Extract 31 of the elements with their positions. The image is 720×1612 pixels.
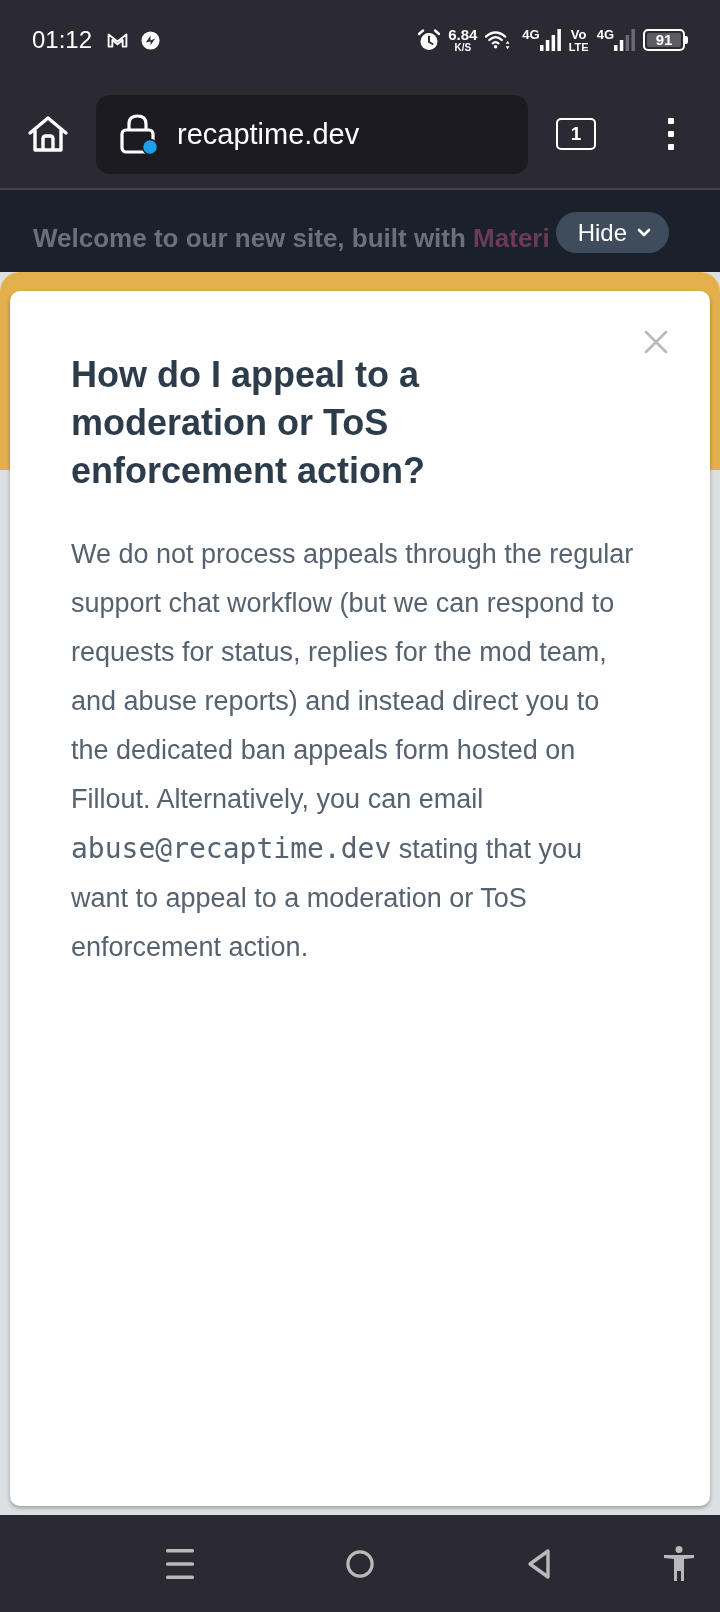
more-menu-button[interactable] bbox=[668, 118, 676, 150]
lte-label: LTE bbox=[568, 41, 589, 53]
home-button[interactable] bbox=[27, 115, 69, 153]
network-speed: 6.84 bbox=[448, 27, 478, 42]
network-type: 4G bbox=[596, 28, 614, 41]
network-type: 4G bbox=[522, 28, 540, 41]
network-speed-unit: K/S bbox=[454, 43, 472, 53]
home-icon bbox=[27, 115, 69, 153]
circle-icon bbox=[346, 1549, 374, 1579]
close-icon bbox=[644, 330, 668, 354]
battery-percent: 91 bbox=[647, 33, 681, 47]
dialog-title: How do I appeal to a moderation or ToS enforcement action? bbox=[71, 353, 427, 493]
address-bar[interactable]: recaptime.dev bbox=[96, 94, 528, 174]
round-app-icon bbox=[141, 30, 161, 50]
tab-counter-button[interactable]: 1 bbox=[556, 118, 596, 150]
volte-label: Vo bbox=[570, 27, 587, 41]
lock-icon bbox=[120, 113, 158, 155]
announcement-text: Welcome to our new site, built with Materi bbox=[33, 223, 550, 253]
wifi-icon bbox=[485, 30, 511, 50]
chevron-down-icon bbox=[637, 228, 652, 237]
alarm-clock-icon bbox=[418, 29, 441, 51]
menu-icon bbox=[166, 1549, 194, 1579]
signal-icon bbox=[539, 29, 561, 51]
accessibility-icon bbox=[663, 1546, 695, 1582]
more-menu-icon bbox=[668, 118, 674, 150]
hide-button[interactable]: Hide bbox=[555, 212, 670, 253]
answer-paragraph: We do not process appeals through the regular support chat workflow (but we can respond to requests for status, replies for the mod team, and abuse reports) and instead direct you to the dedicated ban appeals form hosted on Fillout. Alternatively, you can email abuse@recaptime.dev stating that you want to appeal to a moderation or ToS enforcement action. bbox=[71, 538, 635, 964]
status-time: 01:12 bbox=[32, 26, 93, 54]
back-icon bbox=[527, 1548, 551, 1580]
mail-icon bbox=[107, 32, 129, 48]
signal-icon bbox=[614, 29, 635, 51]
